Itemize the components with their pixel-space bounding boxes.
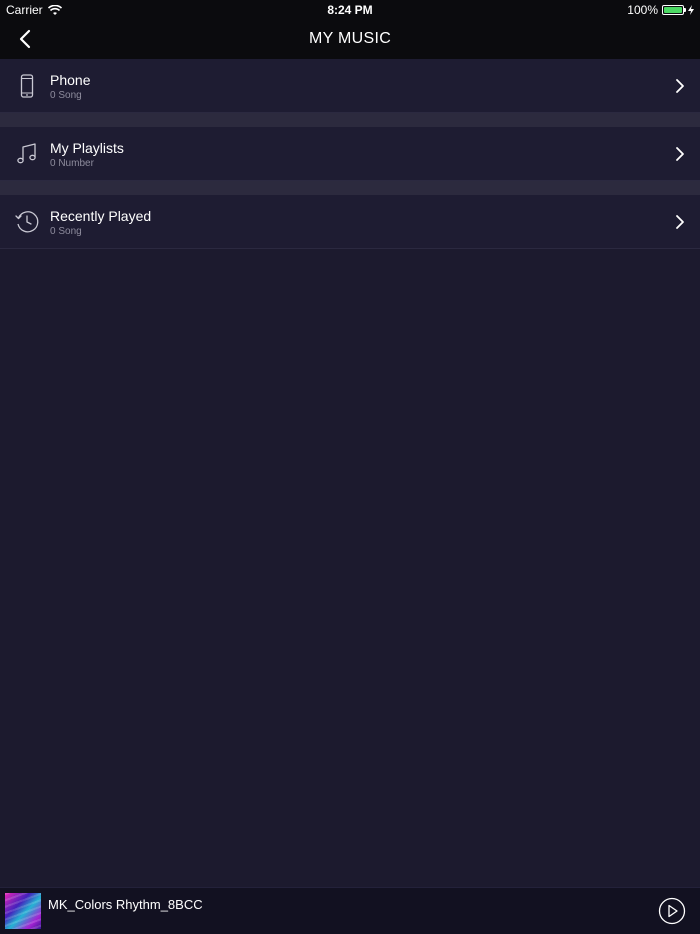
battery-fill bbox=[664, 7, 682, 13]
section-divider bbox=[0, 113, 700, 127]
page-title: MY MUSIC bbox=[308, 30, 392, 47]
menu-item-count: 0 Song bbox=[50, 90, 82, 101]
menu-item-label: Recently Played bbox=[50, 208, 152, 224]
music-note-icon bbox=[17, 143, 36, 164]
status-bar: Carrier 8:24 PM 100% bbox=[0, 0, 700, 20]
chevron-left-icon[interactable] bbox=[14, 27, 38, 51]
menu-item-count: 0 Song bbox=[50, 226, 82, 237]
chevron-right-icon bbox=[676, 79, 684, 93]
navigation-bar: MY MUSIC bbox=[0, 20, 700, 59]
battery-percent: 100% bbox=[627, 3, 658, 17]
menu-item-recently-played[interactable]: Recently Played 0 Song bbox=[0, 195, 700, 249]
chevron-right-icon bbox=[676, 147, 684, 161]
clock-icon bbox=[15, 211, 39, 233]
charging-bolt-icon bbox=[688, 5, 694, 15]
play-icon[interactable] bbox=[658, 897, 686, 925]
battery-group: 100% bbox=[627, 3, 694, 17]
phone-icon bbox=[20, 74, 34, 98]
menu-item-phone[interactable]: Phone 0 Song bbox=[0, 59, 700, 113]
clock-time: 8:24 PM bbox=[327, 3, 373, 17]
music-menu: Phone 0 Song My Playlists 0 Number Recen… bbox=[0, 59, 700, 249]
mini-player[interactable]: MK_Colors Rhythm_8BCC bbox=[0, 887, 700, 934]
chevron-right-icon bbox=[676, 215, 684, 229]
album-art[interactable] bbox=[5, 893, 41, 929]
section-divider bbox=[0, 181, 700, 195]
menu-item-label: My Playlists bbox=[50, 140, 124, 156]
battery-icon bbox=[662, 5, 686, 15]
menu-item-count: 0 Number bbox=[50, 158, 94, 169]
now-playing-title: MK_Colors Rhythm_8BCC bbox=[48, 897, 203, 912]
menu-item-label: Phone bbox=[50, 72, 91, 88]
menu-item-my-playlists[interactable]: My Playlists 0 Number bbox=[0, 127, 700, 181]
